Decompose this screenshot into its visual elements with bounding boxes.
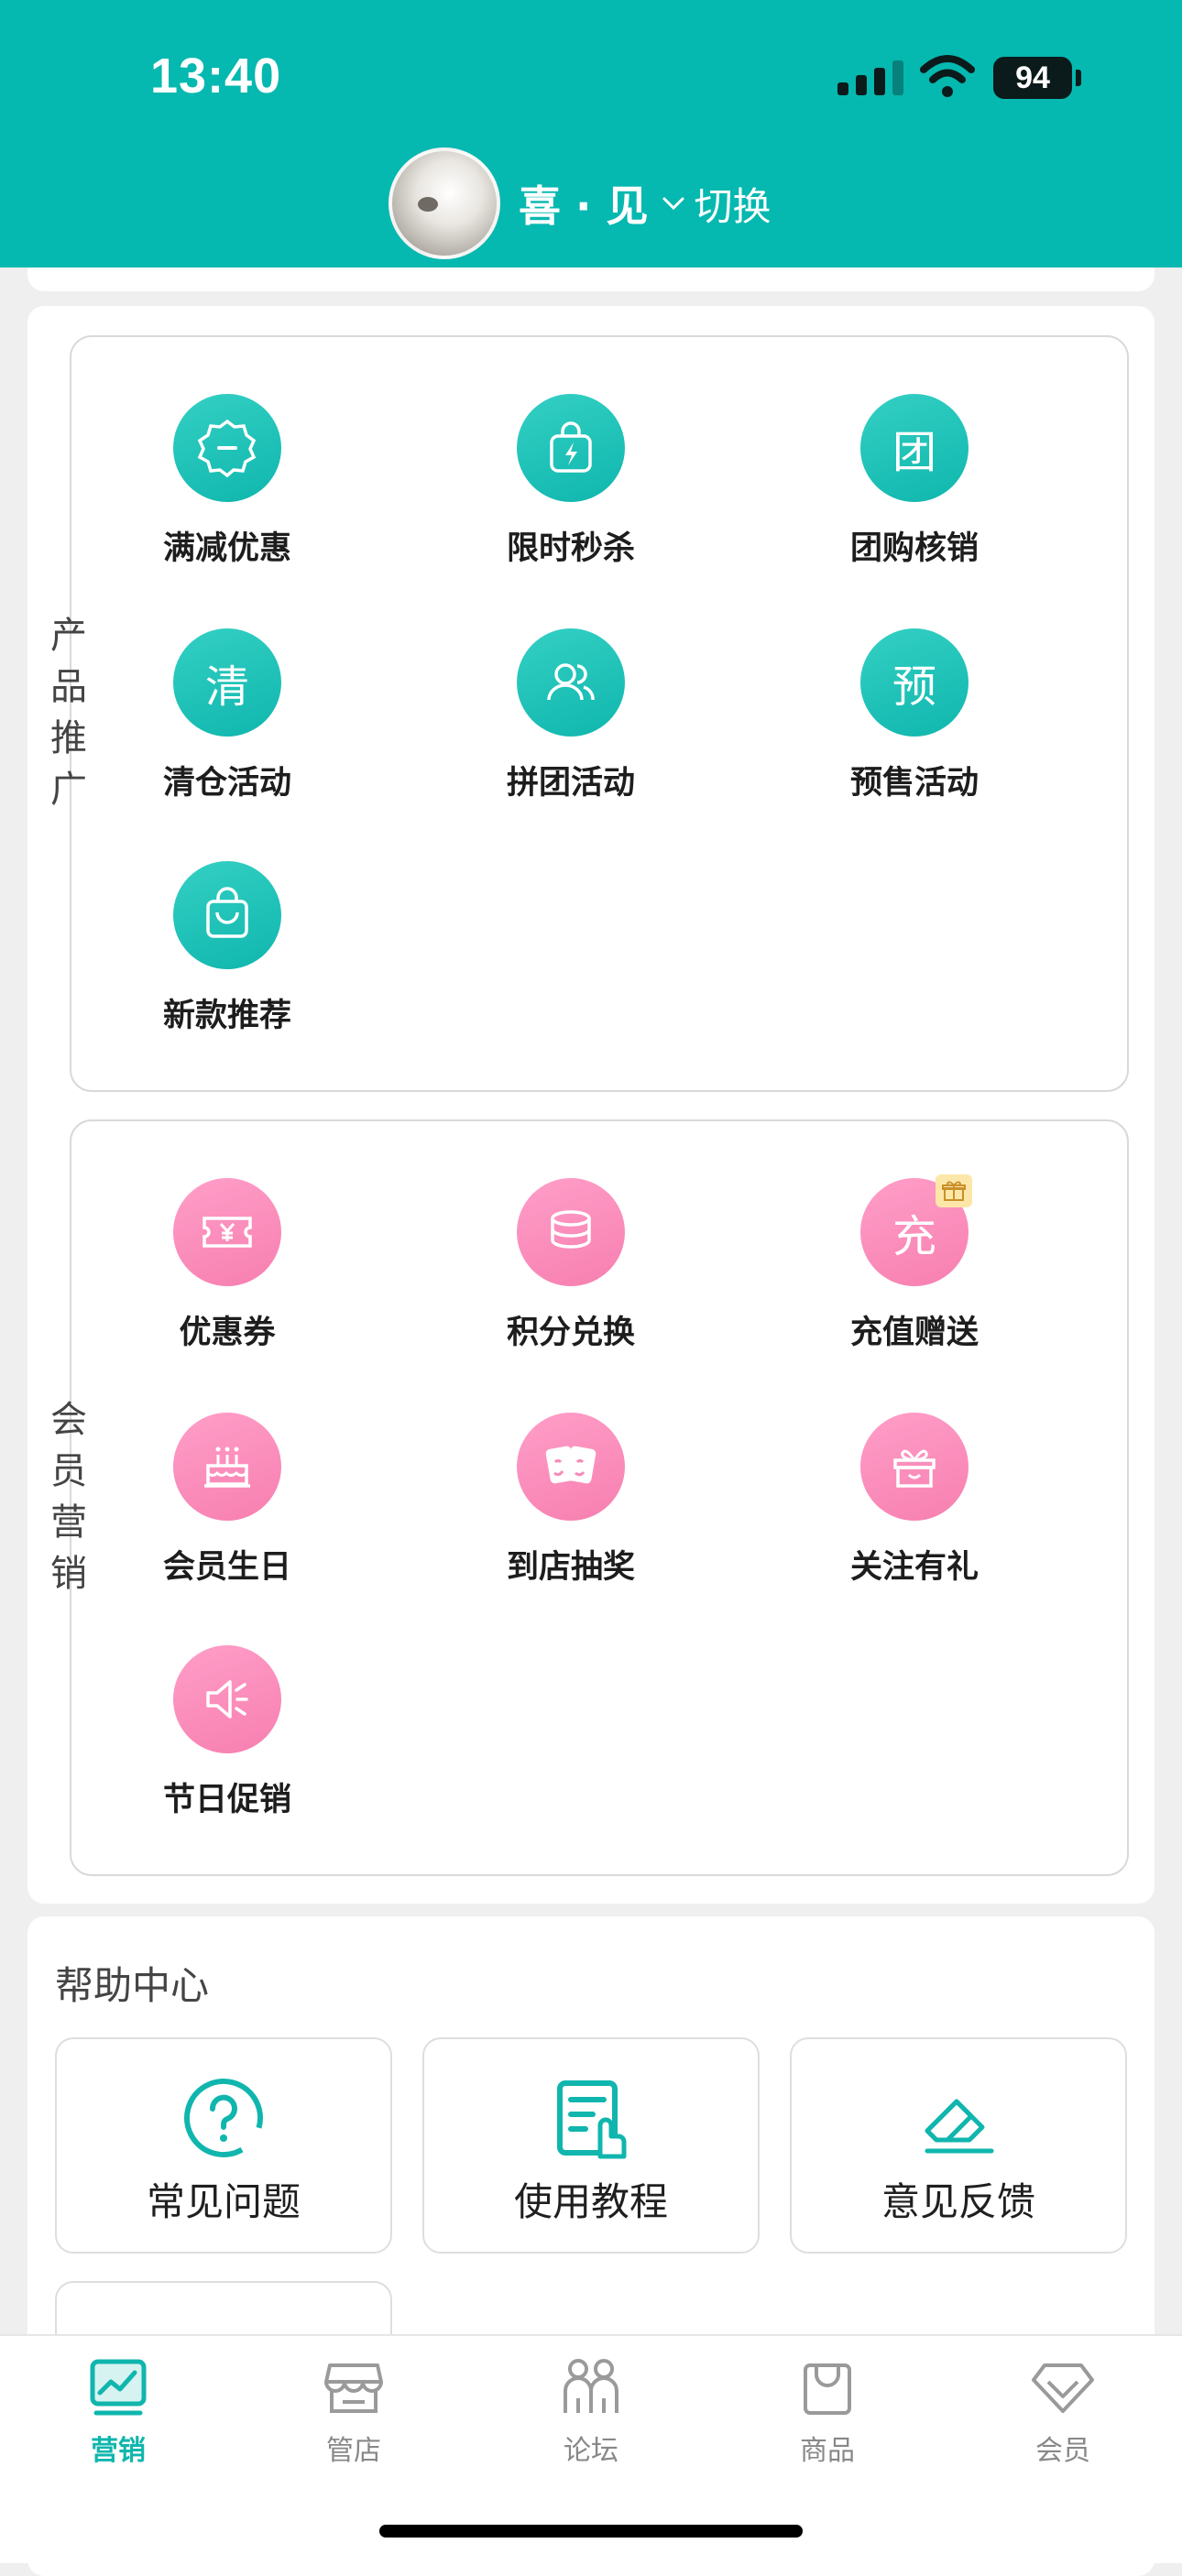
help-feedback[interactable]: 意见反馈 [790, 2037, 1127, 2254]
tile-points-exchange[interactable]: 积分兑换 [461, 1178, 681, 1398]
tile-member-birthday[interactable]: 会员生日 [117, 1413, 337, 1632]
tile-label: 会员生日 [162, 1549, 291, 1586]
forum-people-icon [564, 2359, 618, 2413]
tile-new-arrivals[interactable]: 新款推荐 [117, 861, 337, 1081]
product-bag-icon [804, 2363, 851, 2415]
store-avatar[interactable] [389, 147, 500, 259]
recharge-glyph: 充 [892, 1211, 936, 1262]
tab-forum[interactable]: 论坛 [499, 2354, 683, 2492]
coin-stack-icon [517, 1178, 625, 1286]
help-faq[interactable]: 常见问题 [55, 2037, 392, 2254]
tile-clearance[interactable]: 清 清仓活动 [117, 628, 337, 848]
gift-box-icon [860, 1413, 969, 1521]
tile-recharge-gift[interactable]: 充 充值赠送 [804, 1174, 1024, 1398]
tab-marketing[interactable]: 营销 [27, 2354, 210, 2492]
home-indicator [379, 2525, 803, 2538]
feedback-eraser-icon [925, 2099, 994, 2154]
tile-full-reduction[interactable]: 满减优惠 [117, 394, 337, 614]
member-diamond-icon [1032, 2363, 1094, 2413]
tile-label: 预售活动 [849, 765, 979, 802]
tab-label: 营销 [91, 2435, 146, 2467]
tile-instore-lottery[interactable]: 到店抽奖 [461, 1413, 681, 1632]
store-switcher[interactable]: 喜 · 见 切换 [389, 147, 772, 259]
lottery-cards-icon [517, 1413, 625, 1521]
discount-badge-icon [173, 394, 281, 502]
help-label: 常见问题 [146, 2179, 301, 2224]
tile-group-buy-verify[interactable]: 团 团购核销 [804, 394, 1024, 614]
clearance-glyph-icon: 清 [173, 628, 281, 737]
tile-follow-gift[interactable]: 关注有礼 [804, 1413, 1024, 1632]
previous-card-edge [27, 267, 1155, 291]
help-label: 意见反馈 [881, 2179, 1035, 2224]
tile-flash-sale[interactable]: 限时秒杀 [461, 394, 681, 614]
tab-members[interactable]: 会员 [971, 2354, 1155, 2492]
tile-holiday-promo[interactable]: 节日促销 [117, 1645, 337, 1865]
tile-label: 到店抽奖 [506, 1549, 635, 1586]
chevron-down-icon [662, 197, 684, 211]
battery-cap [1076, 70, 1081, 86]
help-label: 使用教程 [513, 2179, 668, 2224]
tile-label: 优惠券 [179, 1315, 276, 1351]
tile-presale[interactable]: 预 预售活动 [804, 628, 1024, 848]
tab-label: 商品 [800, 2435, 855, 2467]
tile-label: 限时秒杀 [506, 530, 635, 567]
tile-label: 新款推荐 [162, 998, 291, 1034]
tab-products[interactable]: 商品 [736, 2354, 919, 2492]
member-marketing-label: 会员营销 [50, 1399, 87, 1595]
marketing-chart-icon [90, 2359, 147, 2416]
storefront-icon [324, 2363, 383, 2413]
switch-store-label: 切换 [694, 183, 772, 229]
tab-label: 会员 [1035, 2435, 1090, 2467]
tab-label: 论坛 [564, 2435, 618, 2467]
recharge-glyph-icon: 充 [860, 1174, 972, 1286]
tile-coupon[interactable]: 优惠券 [117, 1178, 337, 1398]
tutorial-document-icon [557, 2080, 627, 2159]
tile-label: 清仓活动 [162, 765, 291, 802]
question-circle-icon [184, 2079, 263, 2157]
tile-label: 团购核销 [849, 530, 979, 567]
tile-group-activity[interactable]: 拼团活动 [461, 628, 681, 848]
tab-manage-store[interactable]: 管店 [262, 2354, 445, 2492]
tile-label: 充值赠送 [849, 1315, 979, 1351]
megaphone-icon [173, 1645, 281, 1753]
group-buy-glyph-icon: 团 [860, 394, 969, 502]
birthday-cake-icon [173, 1413, 281, 1521]
flash-sale-bag-icon [517, 394, 625, 502]
gift-badge-icon [936, 1174, 972, 1207]
tile-label: 满减优惠 [162, 530, 291, 567]
store-name: 喜 · 见 [519, 181, 649, 231]
help-tutorial[interactable]: 使用教程 [422, 2037, 760, 2254]
tile-label: 关注有礼 [849, 1549, 979, 1586]
top-header: 13:40 94 喜 · 见 切换 [0, 0, 1182, 267]
presale-glyph-icon: 预 [860, 628, 969, 737]
shopping-bag-icon [173, 861, 281, 969]
tab-label: 管店 [326, 2435, 381, 2467]
tile-label: 拼团活动 [506, 765, 635, 802]
coupon-ticket-icon [173, 1178, 281, 1286]
tile-label: 积分兑换 [506, 1315, 635, 1351]
group-users-icon [517, 628, 625, 737]
help-center-title: 帮助中心 [55, 1963, 210, 2008]
product-promotion-label: 产品推广 [50, 615, 87, 811]
tile-label: 节日促销 [162, 1782, 291, 1818]
status-time: 13:40 [150, 49, 282, 104]
cellular-signal-icon [837, 55, 916, 95]
wifi-icon [920, 55, 975, 97]
battery-indicator: 94 [993, 57, 1072, 99]
